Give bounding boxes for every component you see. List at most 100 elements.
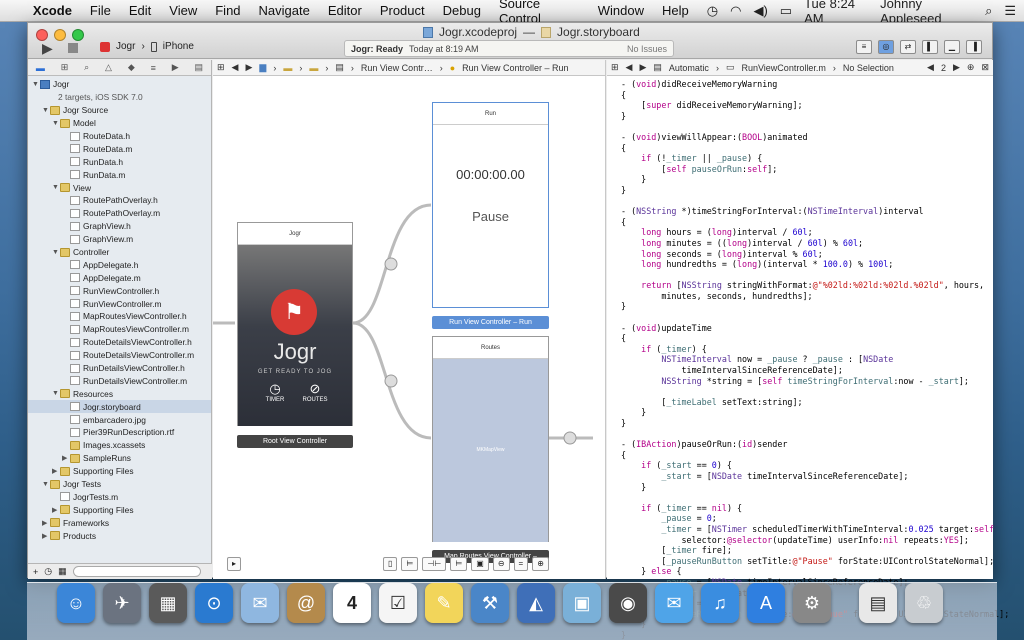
- folder-icon[interactable]: ▬: [36, 63, 45, 73]
- pause-button[interactable]: Pause: [433, 209, 548, 224]
- zoom-out-icon[interactable]: ⊖: [492, 557, 510, 571]
- navigator-row[interactable]: ▶ Supporting Files: [28, 465, 211, 478]
- routes-button[interactable]: ⊘ ROUTES: [300, 381, 330, 415]
- preview-icon[interactable]: ▣: [563, 583, 601, 623]
- timer-button[interactable]: ◷ TIMER: [260, 381, 290, 415]
- navigator-row[interactable]: GraphView.m: [28, 233, 211, 246]
- notification-center-icon[interactable]: ☰: [1004, 3, 1016, 19]
- disclosure-triangle-icon[interactable]: ▶: [52, 506, 60, 514]
- menu-item[interactable]: Product: [380, 3, 425, 18]
- navigator-row[interactable]: ▶ Supporting Files: [28, 503, 211, 516]
- warning-icon[interactable]: △: [105, 62, 112, 73]
- system-preferences-icon[interactable]: ⚙: [793, 583, 831, 623]
- menu-item[interactable]: Help: [662, 3, 689, 18]
- recent-filter-icon[interactable]: ◷: [44, 566, 52, 577]
- scm-filter-icon[interactable]: ▦: [58, 566, 67, 577]
- contacts-icon[interactable]: @: [287, 583, 325, 623]
- log-icon[interactable]: ▤: [194, 62, 203, 73]
- run-view-controller-scene[interactable]: Run 00:00:00.00 Pause: [432, 102, 549, 308]
- search-icon[interactable]: ⌕: [84, 62, 89, 73]
- add-icon[interactable]: +: [33, 567, 38, 577]
- finder-icon[interactable]: ☺: [57, 583, 95, 623]
- navigator-row[interactable]: RunData.m: [28, 168, 211, 181]
- messages-icon[interactable]: ✉: [655, 583, 693, 623]
- disclosure-triangle-icon[interactable]: ▼: [32, 81, 40, 88]
- volume-icon[interactable]: ◀): [753, 3, 767, 19]
- battery-icon[interactable]: ▭: [780, 3, 792, 19]
- navigator-row[interactable]: RunData.h: [28, 155, 211, 168]
- disclosure-triangle-icon[interactable]: ▶: [42, 519, 50, 527]
- navigator-row[interactable]: Jogr.storyboard: [28, 400, 211, 414]
- wifi-icon[interactable]: ◠: [730, 3, 741, 19]
- breakpoint-icon[interactable]: ▶: [172, 62, 179, 73]
- navigator-row[interactable]: ▼ Jogr Source: [28, 104, 211, 117]
- symbol-icon[interactable]: ⊞: [61, 62, 69, 73]
- calendar-icon[interactable]: 4: [333, 583, 371, 623]
- disclosure-triangle-icon[interactable]: ▼: [42, 481, 50, 488]
- pin-icon[interactable]: ⊣⊢: [422, 557, 447, 571]
- scheme-selector[interactable]: Jogr › iPhone: [100, 41, 194, 52]
- navigator-row[interactable]: RunViewController.h: [28, 284, 211, 297]
- app-store-icon[interactable]: A: [747, 583, 785, 623]
- standard-editor-icon[interactable]: ≡: [856, 40, 872, 54]
- launchpad-icon[interactable]: ✈: [103, 583, 141, 623]
- run-controller-label[interactable]: Run View Controller – Run: [432, 316, 549, 329]
- menu-item[interactable]: Editor: [328, 3, 362, 18]
- navigator-row[interactable]: ▼ Resources: [28, 387, 211, 400]
- navigator-row[interactable]: RouteData.m: [28, 142, 211, 155]
- spotlight-icon[interactable]: ⌕: [985, 3, 992, 19]
- stop-button[interactable]: [68, 43, 78, 53]
- align-icon[interactable]: ⊨: [401, 557, 419, 571]
- menu-item[interactable]: Navigate: [259, 3, 310, 18]
- jump-file[interactable]: RunViewController.m: [741, 63, 825, 73]
- navigator-row[interactable]: Pier39RunDescription.rtf: [28, 426, 211, 439]
- documents-icon[interactable]: ▤: [859, 583, 897, 623]
- facetime-icon[interactable]: ◉: [609, 583, 647, 623]
- resize-icon[interactable]: ▣: [471, 557, 489, 571]
- mission-control-icon[interactable]: ▦: [149, 583, 187, 623]
- navigator-row[interactable]: ▼ Jogr Tests: [28, 478, 211, 491]
- code-editor[interactable]: - (void)didReceiveMemoryWarning { [super…: [607, 76, 1009, 640]
- jump-automatic[interactable]: Automatic: [669, 63, 709, 73]
- assistant-editor-icon[interactable]: ◎: [878, 40, 894, 54]
- add-editor-icon[interactable]: ⊕: [967, 62, 975, 73]
- forward-icon[interactable]: ▶: [639, 62, 646, 73]
- navigator-row[interactable]: ▼ Model: [28, 117, 211, 130]
- menu-item[interactable]: Debug: [443, 3, 481, 18]
- back-icon[interactable]: ◀: [626, 62, 633, 73]
- reminders-icon[interactable]: ☑: [379, 583, 417, 623]
- menu-item[interactable]: Edit: [129, 3, 151, 18]
- disclosure-triangle-icon[interactable]: ▼: [52, 120, 60, 127]
- navigator-row[interactable]: MapRoutesViewController.h: [28, 310, 211, 323]
- file-icon[interactable]: ▭: [726, 62, 735, 73]
- menu-item[interactable]: File: [90, 3, 111, 18]
- menu-item[interactable]: Window: [598, 3, 644, 18]
- resolve-icon[interactable]: ⊨: [450, 557, 468, 571]
- disclosure-triangle-icon[interactable]: ▼: [52, 184, 60, 191]
- menu-item[interactable]: Find: [215, 3, 240, 18]
- mail-icon[interactable]: ✉: [241, 583, 279, 623]
- zoom-button[interactable]: [72, 29, 84, 41]
- jump-selection[interactable]: No Selection: [843, 63, 894, 73]
- disclosure-triangle-icon[interactable]: ▶: [62, 454, 70, 462]
- itunes-icon[interactable]: ♫: [701, 583, 739, 623]
- run-button[interactable]: ▶: [42, 40, 53, 57]
- debug-icon[interactable]: ≡: [151, 63, 156, 73]
- previous-counterpart-icon[interactable]: ◀: [927, 62, 934, 73]
- safari-icon[interactable]: ⊙: [195, 583, 233, 623]
- disclosure-triangle-icon[interactable]: ▼: [52, 390, 60, 397]
- trash-icon[interactable]: ♲: [905, 583, 943, 623]
- navigator-row[interactable]: RouteDetailsViewController.h: [28, 336, 211, 349]
- navigator-row[interactable]: ▶ Frameworks: [28, 516, 211, 529]
- segue-icon[interactable]: [563, 431, 577, 445]
- notes-icon[interactable]: ✎: [425, 583, 463, 623]
- device-size-icon[interactable]: ▯: [383, 557, 398, 571]
- debug-area-toggle-icon[interactable]: ▁: [944, 40, 960, 54]
- test-icon[interactable]: ◆: [128, 62, 135, 73]
- segue-icon[interactable]: [384, 257, 398, 271]
- navigator-row[interactable]: RunViewController.m: [28, 297, 211, 310]
- menu-item[interactable]: Xcode: [33, 3, 72, 18]
- navigator-row[interactable]: JogrTests.m: [28, 491, 211, 504]
- navigator-row[interactable]: GraphView.h: [28, 220, 211, 233]
- navigator-row[interactable]: ▼ View: [28, 181, 211, 194]
